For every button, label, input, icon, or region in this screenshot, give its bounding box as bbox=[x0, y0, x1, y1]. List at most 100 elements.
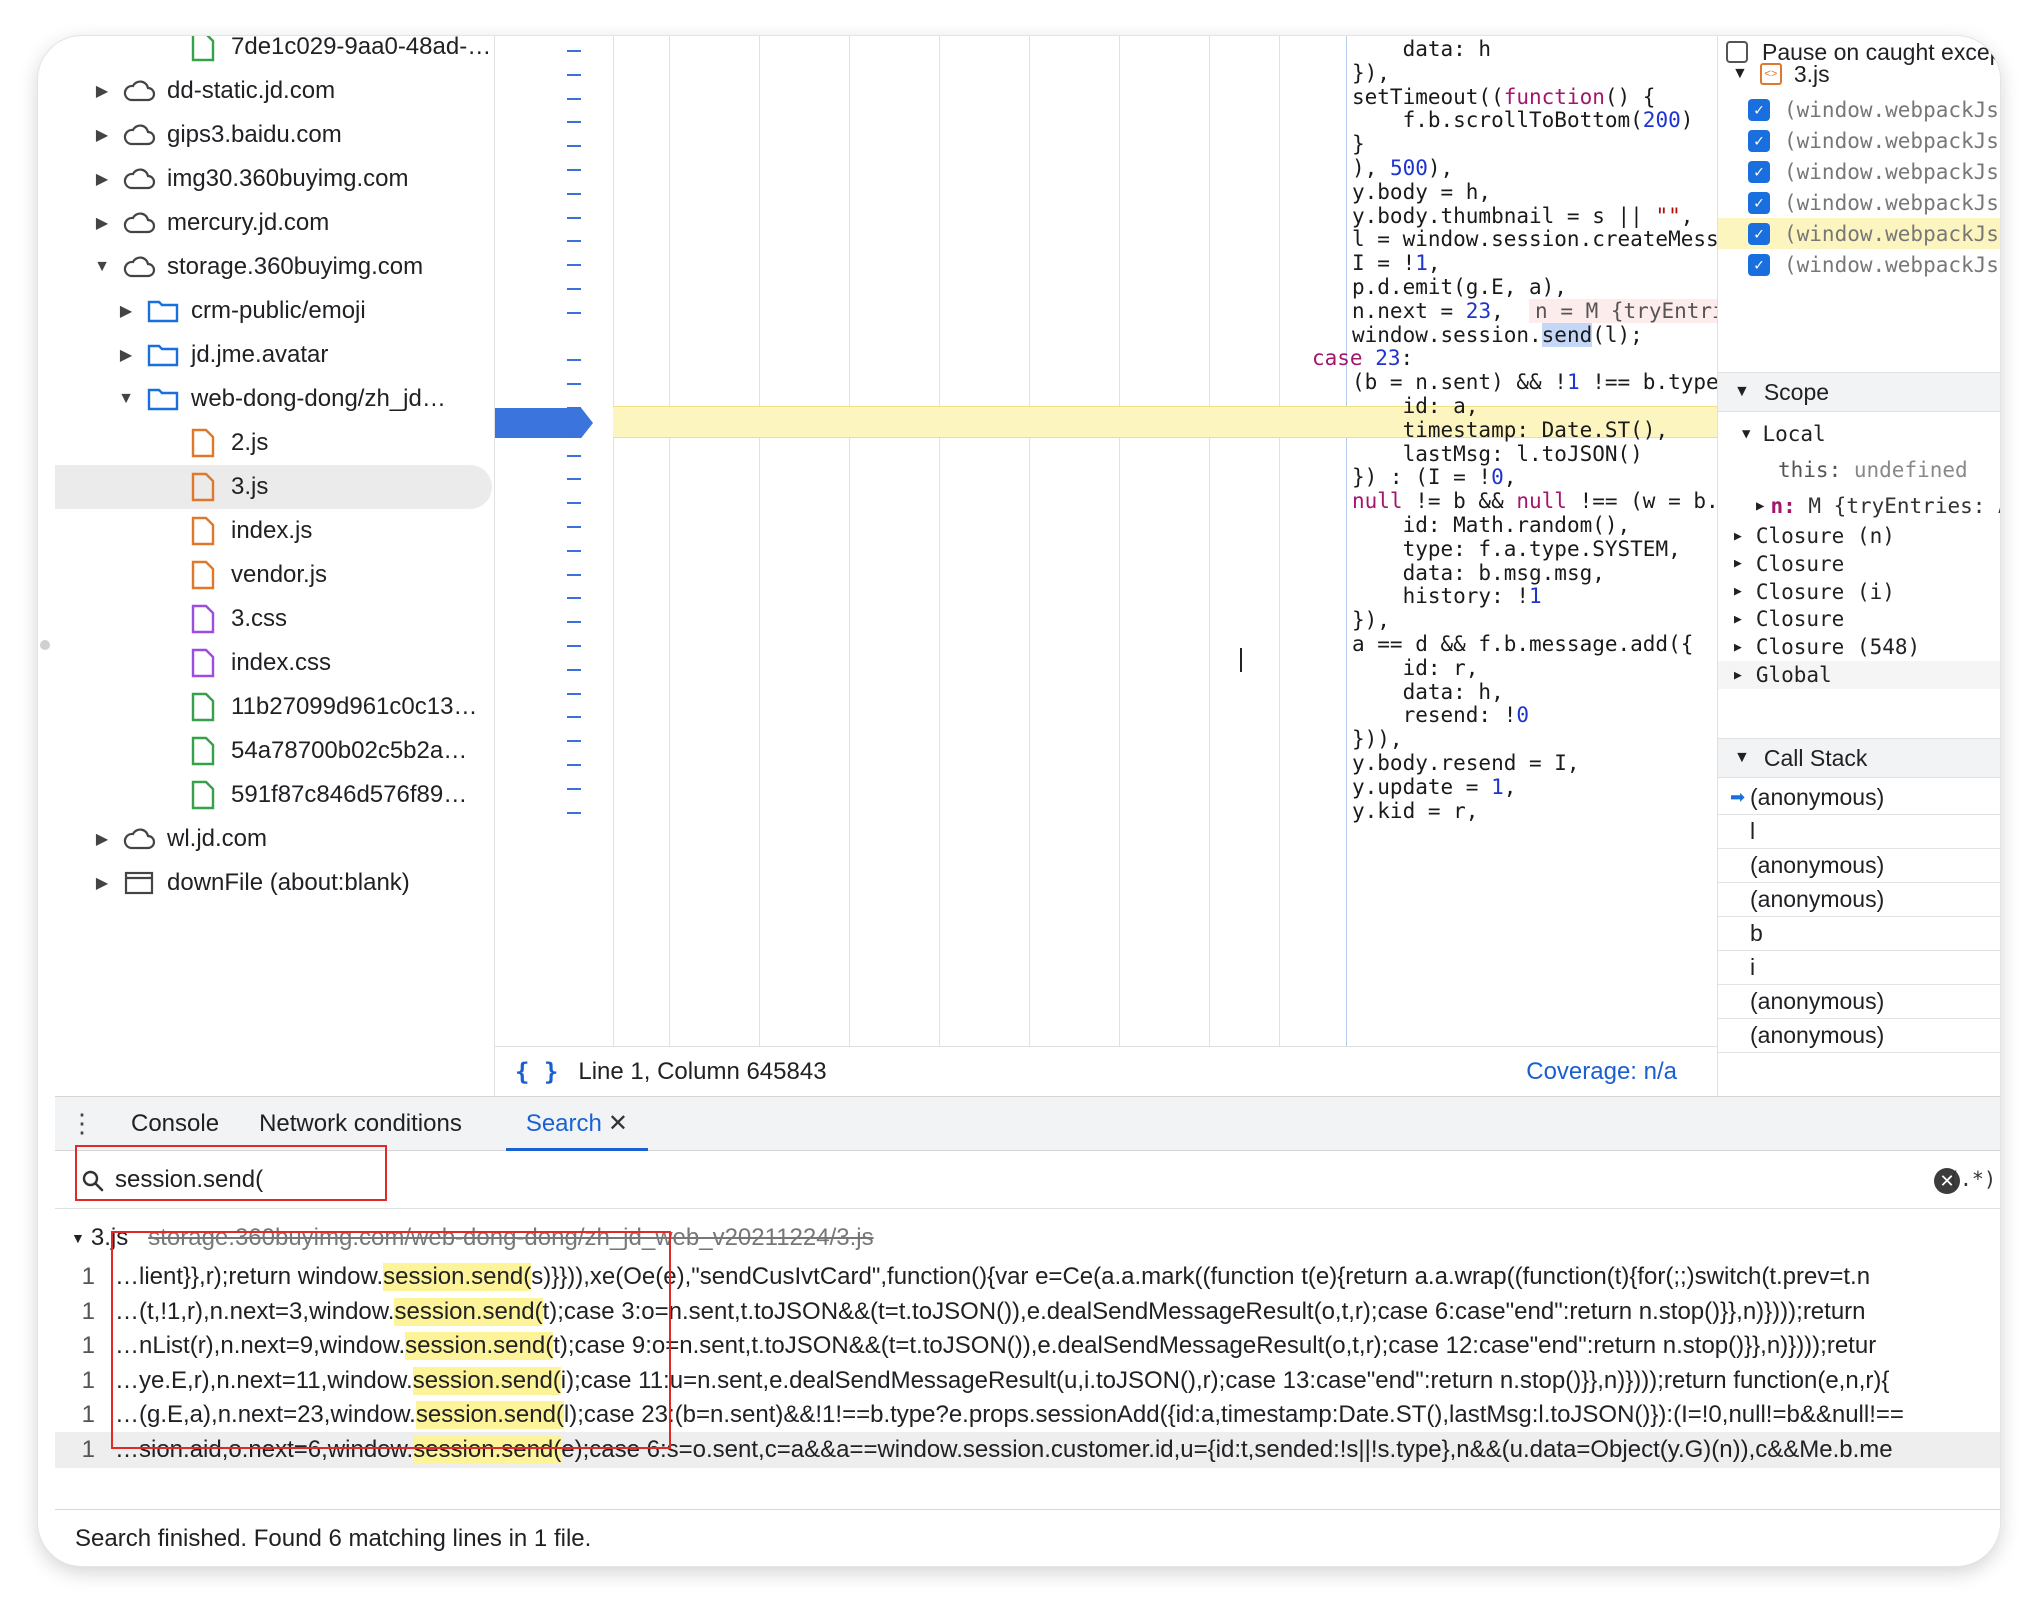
call-frame-label: i bbox=[1750, 954, 1756, 980]
scope-closure[interactable]: ▶ Closure (i) bbox=[1718, 578, 2000, 606]
breakpoint-checkbox[interactable]: ✓ bbox=[1748, 129, 1770, 152]
tree-item[interactable]: ▶ wl.jd.com bbox=[55, 817, 494, 861]
tree-item[interactable]: 54a78700b02c5b2a… bbox=[55, 729, 494, 773]
line-marker bbox=[567, 787, 581, 790]
line-marker bbox=[567, 407, 581, 409]
tree-item[interactable]: 3.js bbox=[55, 465, 492, 509]
script-file-icon: <> bbox=[1759, 63, 1782, 85]
chevron-right-icon[interactable]: ▶ bbox=[95, 817, 109, 861]
tree-item[interactable]: ▶ mercury.jd.com bbox=[55, 201, 494, 245]
text-cursor bbox=[1240, 648, 1242, 672]
scope-closure[interactable]: ▶ Closure (548) bbox=[1718, 633, 2000, 661]
breakpoint-checkbox[interactable]: ✓ bbox=[1748, 222, 1770, 245]
tree-item[interactable]: ▼ storage.360buyimg.com bbox=[55, 245, 494, 289]
breakpoint-marker[interactable] bbox=[495, 408, 593, 438]
tree-item[interactable]: 2.js bbox=[55, 421, 494, 465]
breakpoint-item[interactable]: ✓ (window.webpackJsor bbox=[1718, 187, 2000, 218]
pretty-print-icon[interactable]: { } bbox=[515, 1058, 558, 1086]
chevron-down-icon[interactable]: ▼ bbox=[94, 245, 110, 289]
scope-header[interactable]: ▼ Scope bbox=[1718, 372, 2000, 412]
breakpoint-checkbox[interactable]: ✓ bbox=[1748, 191, 1770, 214]
chevron-down-icon[interactable]: ▼ bbox=[118, 377, 134, 421]
call-frame[interactable]: l bbox=[1718, 815, 2000, 849]
tree-item[interactable]: 11b27099d961c0c13… bbox=[55, 685, 494, 729]
tree-item[interactable]: ▶ img30.360buyimg.com bbox=[55, 157, 494, 201]
tree-item-label: web-dong-dong/zh_jd… bbox=[191, 385, 446, 412]
breakpoint-item[interactable]: ✓ (window.webpackJso. bbox=[1718, 218, 2000, 249]
tree-item[interactable]: 7de1c029-9aa0-48ad-… bbox=[55, 36, 494, 69]
code-token: send bbox=[1541, 322, 1593, 347]
tree-item[interactable]: index.css bbox=[55, 641, 494, 685]
breakpoint-file-row[interactable]: ▼ <> 3.js bbox=[1718, 54, 2000, 94]
breakpoint-checkbox[interactable]: ✓ bbox=[1748, 98, 1770, 121]
call-frame[interactable]: (anonymous) bbox=[1718, 883, 2000, 917]
chevron-down-icon[interactable]: ▼ bbox=[71, 1230, 85, 1246]
tree-item[interactable]: index.js bbox=[55, 509, 494, 553]
more-options-icon[interactable]: ⋮ bbox=[65, 1108, 99, 1139]
tab-console[interactable]: Console bbox=[111, 1097, 239, 1151]
tab-search[interactable]: Search ✕ bbox=[505, 1097, 649, 1151]
code-line[interactable]: y.kid = r, bbox=[1352, 796, 1478, 826]
tree-item[interactable]: vendor.js bbox=[55, 553, 494, 597]
chevron-right-icon[interactable]: ▶ bbox=[1734, 556, 1742, 571]
file-icon bbox=[185, 36, 221, 63]
line-marker bbox=[567, 216, 581, 219]
chevron-right-icon[interactable]: ▶ bbox=[1734, 529, 1742, 544]
tree-item[interactable]: ▶ gips3.baidu.com bbox=[55, 113, 494, 157]
chevron-down-icon[interactable]: ▼ bbox=[1732, 65, 1748, 83]
tab-network-conditions[interactable]: Network conditions bbox=[239, 1097, 482, 1151]
call-frame[interactable]: (anonymous) bbox=[1718, 1019, 2000, 1053]
scope-closure[interactable]: ▶ Closure bbox=[1718, 605, 2000, 633]
call-stack-header[interactable]: ▼ Call Stack bbox=[1718, 738, 2000, 778]
tree-item[interactable]: ▼ web-dong-dong/zh_jd… bbox=[55, 377, 494, 421]
chevron-right-icon[interactable]: ▶ bbox=[1734, 668, 1742, 683]
scope-closure[interactable]: ▶ Global bbox=[1718, 661, 2000, 689]
scope-closure[interactable]: ▶ Closure bbox=[1718, 550, 2000, 578]
chevron-right-icon[interactable]: ▶ bbox=[95, 69, 109, 113]
tree-item[interactable]: ▶ downFile (about:blank) bbox=[55, 861, 494, 905]
code-token: y.kid = r, bbox=[1352, 798, 1479, 823]
call-frame[interactable]: (anonymous) bbox=[1718, 849, 2000, 883]
breakpoint-item[interactable]: ✓ (window.webpackJsor bbox=[1718, 125, 2000, 156]
code-line[interactable]: f.b.scrollToBottom(200) bbox=[1352, 105, 1694, 135]
scope-n[interactable]: ▶ n: M {tryEntries: Ar bbox=[1718, 486, 2000, 526]
chevron-right-icon[interactable]: ▶ bbox=[1734, 612, 1742, 627]
tree-item[interactable]: ▶ dd-static.jd.com bbox=[55, 69, 494, 113]
breakpoint-label: (window.webpackJsor bbox=[1784, 159, 2000, 184]
line-gutter[interactable] bbox=[495, 36, 613, 1046]
scope-local[interactable]: ▼ Local bbox=[1718, 414, 2000, 454]
chevron-right-icon[interactable]: ▶ bbox=[95, 157, 109, 201]
chevron-right-icon[interactable]: ▶ bbox=[95, 861, 109, 905]
chevron-right-icon[interactable]: ▶ bbox=[95, 113, 109, 157]
chevron-down-icon[interactable]: ▼ bbox=[1742, 426, 1750, 442]
call-frame[interactable]: b bbox=[1718, 917, 2000, 951]
chevron-right-icon[interactable]: ▶ bbox=[95, 201, 109, 245]
breakpoint-item[interactable]: ✓ (window.webpackJsor bbox=[1718, 249, 2000, 280]
code-editor[interactable]: data: h}), setTimeout((function() { f.b.s… bbox=[495, 36, 1717, 1046]
call-frame[interactable]: ➡ (anonymous) bbox=[1718, 781, 2000, 815]
coverage-link[interactable]: Coverage: n/a bbox=[1526, 1058, 1677, 1086]
result-suffix: t);case 3:o=n.sent,t.toJSON&&(t=t.toJSON… bbox=[542, 1297, 1866, 1325]
breakpoint-checkbox[interactable]: ✓ bbox=[1748, 253, 1770, 276]
regex-toggle[interactable]: (.*) bbox=[1948, 1167, 1996, 1191]
n-key: n: bbox=[1770, 494, 1796, 518]
breakpoint-item[interactable]: ✓ (window.webpackJsor bbox=[1718, 94, 2000, 125]
chevron-down-icon[interactable]: ▼ bbox=[1734, 383, 1750, 401]
tree-item[interactable]: 591f87c846d576f89… bbox=[55, 773, 494, 817]
call-frame[interactable]: (anonymous) bbox=[1718, 985, 2000, 1019]
chevron-right-icon[interactable]: ▶ bbox=[119, 289, 133, 333]
chevron-down-icon[interactable]: ▼ bbox=[1734, 749, 1750, 767]
breakpoint-item[interactable]: ✓ (window.webpackJsor bbox=[1718, 156, 2000, 187]
breakpoint-checkbox[interactable]: ✓ bbox=[1748, 160, 1770, 183]
line-marker bbox=[567, 740, 581, 743]
tree-item[interactable]: 3.css bbox=[55, 597, 494, 641]
scope-closure[interactable]: ▶ Closure (n) bbox=[1718, 522, 2000, 550]
chevron-right-icon[interactable]: ▶ bbox=[1734, 584, 1742, 599]
call-frame[interactable]: i bbox=[1718, 951, 2000, 985]
tree-item[interactable]: ▶ crm-public/emoji bbox=[55, 289, 494, 333]
chevron-right-icon[interactable]: ▶ bbox=[119, 333, 133, 377]
chevron-right-icon[interactable]: ▶ bbox=[1756, 498, 1764, 514]
tree-item[interactable]: ▶ jd.jme.avatar bbox=[55, 333, 494, 377]
chevron-right-icon[interactable]: ▶ bbox=[1734, 640, 1742, 655]
close-tab-icon[interactable]: ✕ bbox=[608, 1109, 628, 1138]
